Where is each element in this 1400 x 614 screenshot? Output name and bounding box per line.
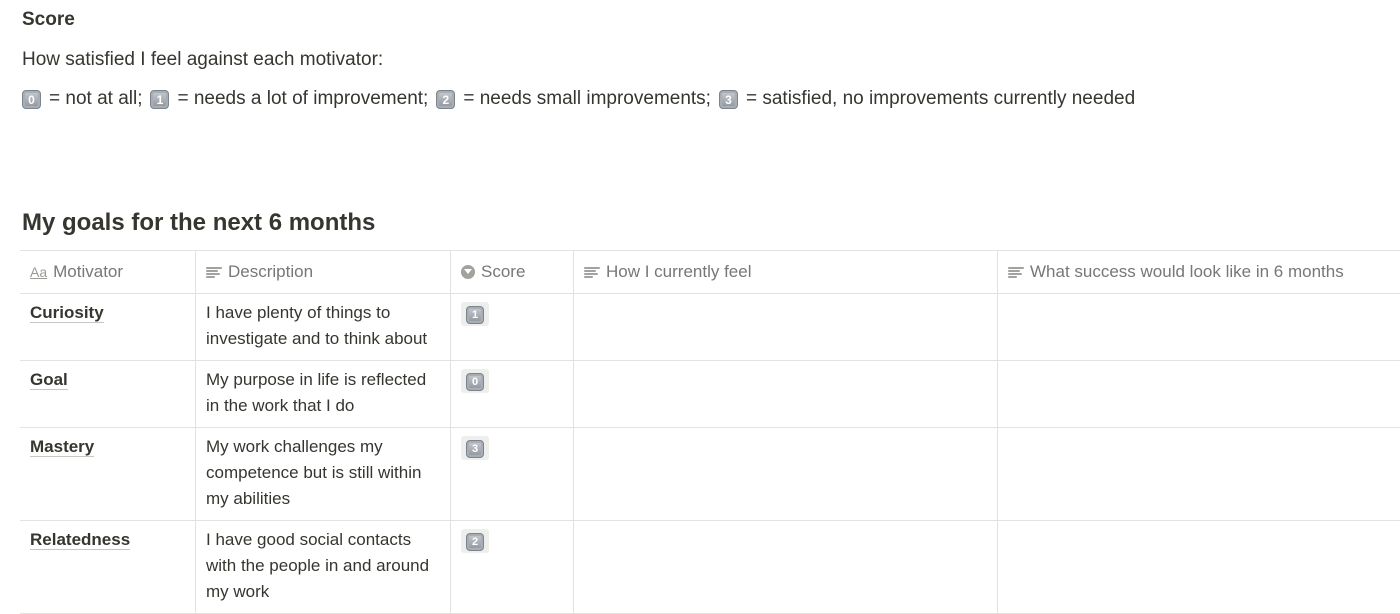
legend-text-1: = needs a lot of improvement; [177,88,429,109]
motivator-name[interactable]: Goal [30,370,68,390]
score-cell[interactable]: 3 [451,428,574,520]
current-feel-cell[interactable] [574,428,998,520]
column-header-success[interactable]: What success would look like in 6 months [998,251,1400,293]
success-cell[interactable] [998,361,1400,427]
score-tag[interactable]: 0 [461,369,489,393]
text-lines-icon [1008,266,1024,278]
score-cell[interactable]: 1 [451,294,574,360]
score-cell[interactable]: 0 [451,361,574,427]
select-icon [461,265,475,279]
legend-text-2: = needs small improvements; [463,88,711,109]
column-label: Motivator [53,262,124,281]
score-heading: Score [22,9,75,30]
legend-text-3: = satisfied, no improvements currently n… [745,88,1136,109]
score-legend: 0 = not at all; 1 = needs a lot of impro… [22,88,1135,110]
current-feel-cell[interactable] [574,361,998,427]
keycap-0-icon: 0 [22,89,41,109]
description-cell[interactable]: I have plenty of things to investigate a… [196,294,451,360]
table-row[interactable]: Relatedness I have good social contacts … [20,521,1400,614]
score-intro: How satisfied I feel against each motiva… [22,49,384,70]
column-label: What success would look like in 6 months [1030,262,1344,281]
column-header-description[interactable]: Description [196,251,451,293]
description-cell[interactable]: My work challenges my competence but is … [196,428,451,520]
text-lines-icon [206,266,222,278]
column-label: Score [481,262,526,281]
motivator-cell[interactable]: Relatedness [20,521,196,613]
table-header-row: Aa Motivator Description Score How I cur… [20,251,1400,294]
success-cell[interactable] [998,521,1400,613]
success-cell[interactable] [998,428,1400,520]
keycap-icon: 2 [466,533,484,551]
keycap-icon: 0 [466,373,484,391]
table-row[interactable]: Curiosity I have plenty of things to inv… [20,294,1400,361]
table-row[interactable]: Mastery My work challenges my competence… [20,428,1400,521]
keycap-3-icon: 3 [718,89,738,109]
success-cell[interactable] [998,294,1400,360]
goals-heading: My goals for the next 6 months [22,209,376,236]
column-label: How I currently feel [606,262,752,281]
score-tag[interactable]: 2 [461,529,489,553]
motivator-cell[interactable]: Curiosity [20,294,196,360]
description-cell[interactable]: My purpose in life is reflected in the w… [196,361,451,427]
column-header-score[interactable]: Score [451,251,574,293]
score-cell[interactable]: 2 [451,521,574,613]
text-lines-icon [584,266,600,278]
table-row[interactable]: Goal My purpose in life is reflected in … [20,361,1400,428]
text-title-icon: Aa [30,264,48,280]
legend-text-0: = not at all; [49,88,143,109]
motivator-name[interactable]: Relatedness [30,530,131,550]
keycap-icon: 3 [466,440,484,458]
column-header-motivator[interactable]: Aa Motivator [20,251,196,293]
goals-table: Aa Motivator Description Score How I cur… [20,250,1400,614]
keycap-2-icon: 2 [436,89,456,109]
keycap-1-icon: 1 [150,89,170,109]
score-tag[interactable]: 3 [461,436,489,460]
motivator-cell[interactable]: Mastery [20,428,196,520]
motivator-name[interactable]: Curiosity [30,303,104,323]
current-feel-cell[interactable] [574,294,998,360]
description-cell[interactable]: I have good social contacts with the peo… [196,521,451,613]
motivator-name[interactable]: Mastery [30,437,95,457]
motivator-cell[interactable]: Goal [20,361,196,427]
score-tag[interactable]: 1 [461,302,489,326]
keycap-icon: 1 [466,306,484,324]
column-header-current-feel[interactable]: How I currently feel [574,251,998,293]
column-label: Description [228,262,314,281]
current-feel-cell[interactable] [574,521,998,613]
